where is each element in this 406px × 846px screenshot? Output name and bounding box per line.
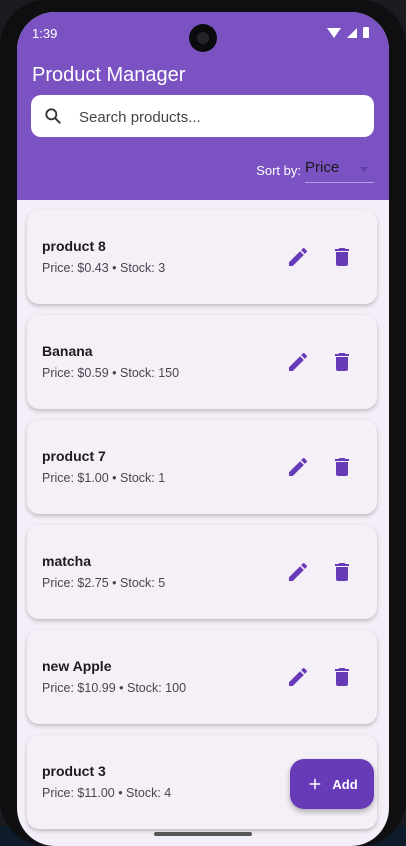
status-time: 1:39: [32, 26, 58, 41]
product-card[interactable]: new Apple Price: $10.99 • Stock: 100: [27, 630, 377, 724]
sort-control: Sort by: Price: [256, 158, 374, 183]
edit-icon[interactable]: [286, 665, 310, 689]
add-button-label: Add: [332, 776, 358, 792]
product-name: matcha: [42, 553, 92, 569]
edit-icon[interactable]: [286, 560, 310, 584]
product-name: product 7: [42, 448, 106, 464]
search-input[interactable]: [77, 95, 361, 139]
delete-icon[interactable]: [330, 560, 354, 584]
edit-icon[interactable]: [286, 245, 310, 269]
sort-label: Sort by:: [256, 163, 301, 178]
product-card[interactable]: product 8 Price: $0.43 • Stock: 3: [27, 210, 377, 304]
wifi-icon: [327, 27, 341, 38]
battery-icon: [363, 27, 369, 38]
signal-icon: [347, 27, 357, 38]
add-icon: [310, 778, 321, 790]
product-name: product 8: [42, 238, 106, 254]
product-name: Banana: [42, 343, 93, 359]
sort-dropdown-value: Price: [305, 159, 340, 176]
dropdown-arrow-icon: [360, 167, 368, 172]
delete-icon[interactable]: [330, 245, 354, 269]
product-details: Price: $0.43 • Stock: 3: [42, 261, 166, 275]
delete-icon[interactable]: [330, 455, 354, 479]
page-title: Product Manager: [32, 64, 186, 86]
search-bar[interactable]: [31, 95, 374, 139]
delete-icon[interactable]: [330, 350, 354, 374]
home-indicator[interactable]: [154, 832, 252, 836]
product-card[interactable]: Banana Price: $0.59 • Stock: 150: [27, 315, 377, 409]
product-details: Price: $2.75 • Stock: 5: [42, 576, 166, 590]
delete-icon[interactable]: [330, 665, 354, 689]
product-details: Price: $11.00 • Stock: 4: [42, 786, 172, 800]
product-name: new Apple: [42, 658, 112, 674]
app-screen: 1:39 Product Manager Sort by:: [17, 12, 389, 846]
phone-frame: 1:39 Product Manager Sort by:: [0, 0, 406, 846]
search-icon: [45, 108, 61, 124]
status-bar: 1:39: [17, 12, 389, 52]
add-product-button[interactable]: Add: [290, 759, 374, 809]
product-details: Price: $0.59 • Stock: 150: [42, 366, 180, 380]
app-bar: 1:39 Product Manager Sort by:: [17, 12, 389, 200]
edit-icon[interactable]: [286, 350, 310, 374]
product-details: Price: $10.99 • Stock: 100: [42, 681, 187, 695]
edit-icon[interactable]: [286, 455, 310, 479]
front-camera: [189, 24, 217, 52]
product-name: product 3: [42, 763, 106, 779]
sort-dropdown[interactable]: Price: [305, 158, 374, 183]
product-list[interactable]: product 8 Price: $0.43 • Stock: 3 Banana…: [17, 200, 389, 846]
status-icons: [327, 27, 369, 38]
product-card[interactable]: product 7 Price: $1.00 • Stock: 1: [27, 420, 377, 514]
product-card[interactable]: matcha Price: $2.75 • Stock: 5: [27, 525, 377, 619]
product-details: Price: $1.00 • Stock: 1: [42, 471, 166, 485]
